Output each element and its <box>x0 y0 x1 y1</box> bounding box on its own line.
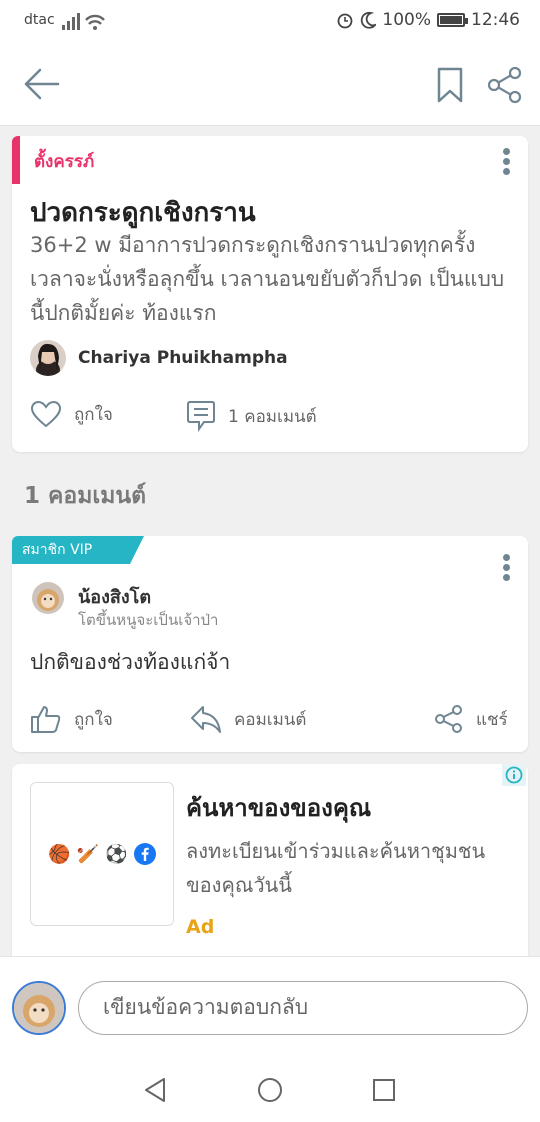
signal-wifi-icon <box>62 13 105 30</box>
ad-card[interactable]: 🏀 🏏 ⚽ ค้นหาของของคุณ ลงทะเบียนเข้าร่วมแล… <box>12 764 528 964</box>
post-body: 36+2 w มีอาการปวดกระดูกเชิงกรานปวดทุกครั… <box>30 233 505 325</box>
post-category-tag[interactable]: ตั้งครรภ์ <box>34 148 94 175</box>
carrier-name: dtac <box>24 12 55 28</box>
comment-author-name[interactable]: น้องสิงโต <box>78 582 151 611</box>
battery-level <box>440 16 462 24</box>
current-user-avatar[interactable] <box>12 981 66 1035</box>
facebook-icon <box>133 843 156 865</box>
share-icon <box>435 705 462 733</box>
back-arrow-icon[interactable] <box>22 66 62 102</box>
share-icon[interactable] <box>486 66 524 104</box>
basketball-icon: 🏀 <box>48 843 71 865</box>
reply-bar: เขียนข้อความตอบกลับ <box>0 956 540 1056</box>
do-not-disturb-moon-icon <box>361 11 377 29</box>
ad-label: Ad <box>186 916 215 938</box>
post-title: ปวดกระดูกเชิงกราน <box>30 198 256 228</box>
post-comment-label: 1 คอมเมนต์ <box>228 406 317 427</box>
app-bar <box>0 44 540 126</box>
post-like-label: ถูกใจ <box>74 404 113 425</box>
comment-reply-button[interactable]: คอมเมนต์ <box>190 704 306 734</box>
tag-accent-bar <box>12 136 20 184</box>
system-nav-bar <box>0 1056 540 1122</box>
battery-percent: 100% <box>382 10 431 30</box>
comment-like-label: ถูกใจ <box>74 709 113 730</box>
comment-bubble-icon <box>187 401 215 432</box>
comment-count-heading: 1 คอมเมนต์ <box>24 483 147 509</box>
battery-icon <box>437 13 468 27</box>
status-bar: dtac 100% 12:46 <box>0 0 540 44</box>
nav-back-icon[interactable] <box>142 1076 168 1104</box>
ad-info-icon[interactable] <box>502 764 526 786</box>
reply-arrow-icon <box>191 706 221 733</box>
reply-input[interactable]: เขียนข้อความตอบกลับ <box>78 981 528 1035</box>
comment-share-label: แชร์ <box>476 709 508 730</box>
post-comment-button[interactable]: 1 คอมเมนต์ <box>186 400 317 432</box>
post-author-avatar[interactable] <box>30 340 66 376</box>
alarm-icon <box>337 13 353 29</box>
post-more-options-icon[interactable] <box>503 148 511 178</box>
nav-recents-icon[interactable] <box>371 1076 397 1104</box>
thumbs-up-icon <box>31 706 61 733</box>
comment-share-button[interactable]: แชร์ <box>434 704 508 734</box>
heart-icon <box>30 400 62 428</box>
post-author-name[interactable]: Chariya Phuikhampha <box>78 348 288 368</box>
ad-thumbnail: 🏀 🏏 ⚽ <box>30 782 174 926</box>
cricket-icon: 🏏 <box>76 843 100 865</box>
comment-like-button[interactable]: ถูกใจ <box>30 704 113 734</box>
clock-time: 12:46 <box>471 10 520 30</box>
comment-text: ปกติของช่วงท้องแก่จ้า <box>30 650 231 674</box>
post-card: ตั้งครรภ์ ปวดกระดูกเชิงกราน 36+2 w มีอาก… <box>12 136 528 452</box>
nav-home-icon[interactable] <box>257 1076 283 1104</box>
soccer-ball-icon: ⚽ <box>105 843 128 865</box>
vip-member-badge: สมาชิก VIP <box>12 536 144 564</box>
comment-author-avatar[interactable] <box>32 582 64 614</box>
ad-body: ลงทะเบียนเข้าร่วมและค้นหาชุมชนของคุณวันน… <box>186 839 486 897</box>
post-like-button[interactable]: ถูกใจ <box>30 400 113 428</box>
ad-title: ค้นหาของของคุณ <box>186 794 372 822</box>
bookmark-icon[interactable] <box>436 66 464 104</box>
comment-reply-label: คอมเมนต์ <box>234 709 307 730</box>
comment-more-options-icon[interactable] <box>503 554 511 584</box>
comment-author-subtitle: โตขึ้นหนูจะเป็นเจ้าป่า <box>78 611 219 629</box>
comment-card: สมาชิก VIP น้องสิงโต โตขึ้นหนูจะเป็นเจ้า… <box>12 536 528 752</box>
